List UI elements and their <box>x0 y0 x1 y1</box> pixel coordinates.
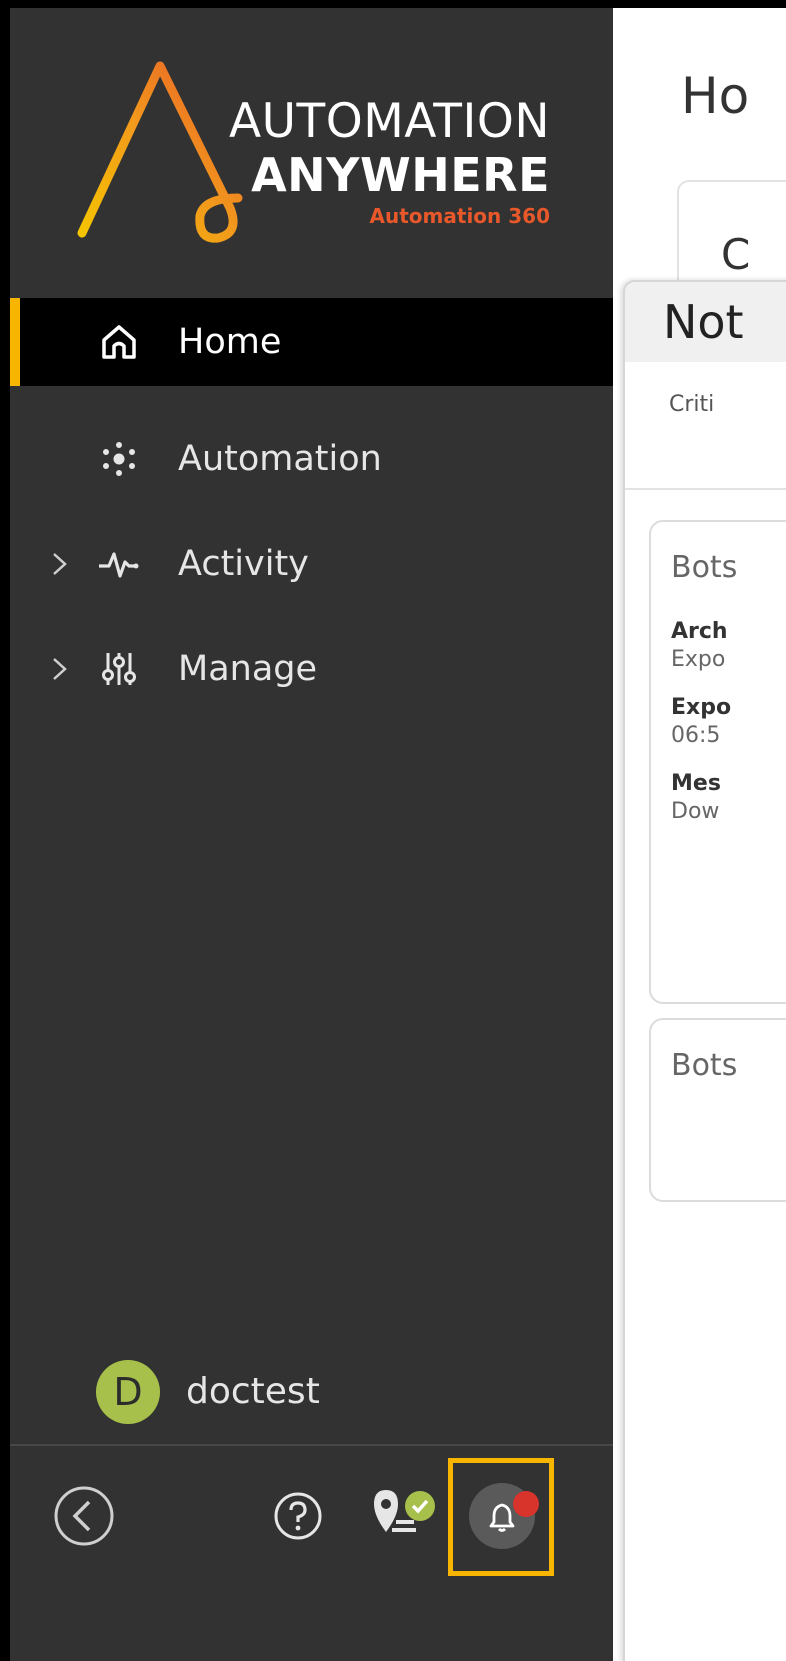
notification-field-value: Expo <box>671 647 726 672</box>
notification-highlight <box>448 1458 554 1576</box>
sidebar-item-label: Manage <box>178 649 318 689</box>
unread-badge <box>513 1491 539 1517</box>
automation-icon <box>103 442 135 476</box>
home-icon <box>102 325 136 359</box>
notification-card[interactable]: Bots <box>649 1018 786 1202</box>
sidebar-bottom-bar <box>10 1446 613 1661</box>
notification-field-label: Mes <box>671 771 721 796</box>
username: doctest <box>186 1371 320 1412</box>
divider <box>625 488 786 490</box>
notification-field-label: Arch <box>671 619 728 644</box>
automation-anywhere-logo: AUTOMATION ANYWHERE Automation 360 <box>70 48 550 248</box>
sidebar-nav: Home Automation Activity Manage <box>10 298 613 715</box>
logo-line-product: Automation 360 <box>369 204 550 228</box>
notifications-panel-header: Not <box>625 282 786 362</box>
sidebar: AUTOMATION ANYWHERE Automation 360 Home <box>10 8 613 1661</box>
avatar: D <box>96 1360 160 1424</box>
page-title: Ho <box>681 67 750 125</box>
notifications-panel: Not Criti Bots Arch Expo Expo 06:5 Mes D… <box>623 280 786 1661</box>
logo-line-anywhere: ANYWHERE <box>251 148 550 202</box>
sidebar-item-activity[interactable]: Activity <box>10 520 613 610</box>
notification-field-label: Expo <box>671 695 732 720</box>
notification-card[interactable]: Bots Arch Expo Expo 06:5 Mes Dow <box>649 520 786 1004</box>
main-content: Ho C Not Criti Bots Arch Expo Expo 06:5 … <box>613 8 786 1661</box>
sidebar-item-label: Home <box>178 322 282 362</box>
home-card-label: C <box>721 230 751 279</box>
sidebar-item-automation[interactable]: Automation <box>10 415 613 505</box>
notification-field-value: 06:5 <box>671 723 721 748</box>
notifications-filter-critical[interactable]: Criti <box>669 390 714 420</box>
sidebar-item-label: Automation <box>178 439 382 479</box>
sidebar-item-manage[interactable]: Manage <box>10 625 613 715</box>
user-profile[interactable]: D doctest <box>96 1360 496 1424</box>
activity-pulse-icon <box>99 552 139 578</box>
notifications-button[interactable] <box>469 1483 539 1549</box>
notification-field-value: Dow <box>671 799 720 824</box>
location-check-icon[interactable] <box>370 1484 442 1544</box>
notifications-panel-title: Not <box>663 295 744 349</box>
notification-title: Bots <box>671 550 738 585</box>
notification-title: Bots <box>671 1048 738 1083</box>
sidebar-item-home[interactable]: Home <box>10 298 613 386</box>
chevron-right-icon[interactable] <box>48 653 72 685</box>
app-window: AUTOMATION ANYWHERE Automation 360 Home <box>10 8 786 1661</box>
help-icon[interactable] <box>272 1490 324 1542</box>
logo-line-automation: AUTOMATION <box>228 94 550 149</box>
manage-sliders-icon <box>102 653 136 685</box>
collapse-chevron-icon[interactable] <box>52 1484 116 1548</box>
sidebar-item-label: Activity <box>178 544 309 584</box>
chevron-right-icon[interactable] <box>48 548 72 580</box>
